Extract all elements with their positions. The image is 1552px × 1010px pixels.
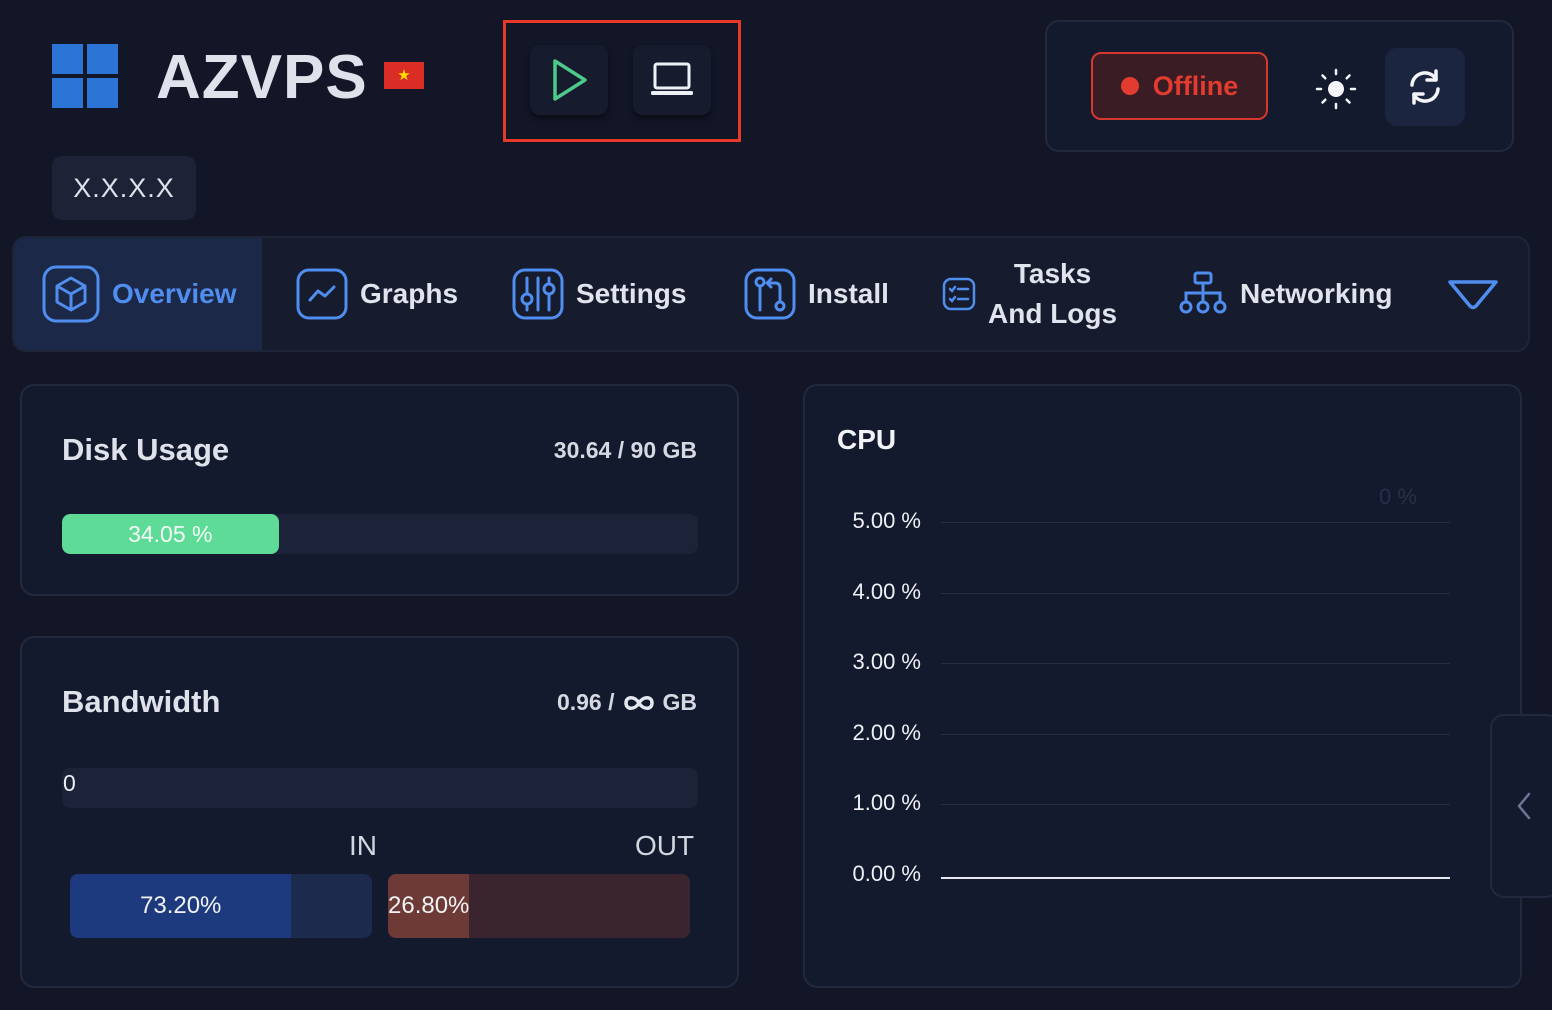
bandwidth-used: 0.96 / — [556, 689, 615, 715]
app-title: AZVPS — [156, 43, 368, 112]
tab-overview[interactable]: Overview — [14, 238, 262, 350]
cpu-y-tick-label: 2.00 % — [852, 719, 922, 745]
tab-label: Graphs — [360, 278, 459, 309]
sliders-icon — [512, 268, 564, 320]
disk-usage-fill: 34.05 % — [62, 514, 279, 554]
bandwidth-in-label: IN — [349, 830, 377, 861]
disk-usage-card: Disk Usage 30.64 / 90 GB 34.05 % — [20, 384, 739, 596]
checklist-icon — [942, 277, 976, 311]
status-dot-icon — [1120, 77, 1139, 95]
cpu-grid-line — [941, 733, 1450, 735]
side-panel-toggle[interactable] — [1490, 714, 1552, 898]
console-button[interactable] — [633, 45, 711, 115]
cpu-card: CPU 0 % 5.00 % 4.00 % 3.00 % 2.00 % 1.00 % 0.… — [803, 384, 1522, 988]
cpu-chart: 5.00 % 4.00 % 3.00 % 2.00 % 1.00 % 0.00 % — [805, 386, 1520, 986]
disk-usage-amount: 30.64 / 90 GB — [553, 437, 697, 463]
status-panel: Offline — [1045, 20, 1514, 152]
tab-install[interactable]: Install — [744, 238, 889, 350]
trend-icon — [296, 268, 348, 320]
refresh-button[interactable] — [1385, 48, 1465, 126]
tab-settings[interactable]: Settings — [512, 238, 686, 350]
chevron-down-icon — [1446, 274, 1500, 314]
cpu-y-tick-label: 5.00 % — [852, 508, 922, 533]
cpu-y-tick-label: 0.00 % — [852, 861, 922, 886]
cpu-grid-line — [941, 663, 1450, 665]
status-badge[interactable]: Offline — [1091, 52, 1268, 120]
chevron-left-icon — [1517, 792, 1531, 820]
cpu-series-line — [941, 877, 1450, 879]
git-compare-icon — [744, 268, 796, 320]
status-label: Offline — [1152, 70, 1239, 101]
tab-label: Install — [808, 278, 889, 309]
laptop-icon — [651, 62, 693, 95]
cpu-y-tick-label: 3.00 % — [852, 649, 922, 675]
cpu-grid-line — [941, 804, 1450, 806]
tab-label: Tasks And Logs — [988, 254, 1117, 334]
tab-label: Overview — [112, 278, 237, 309]
network-icon — [1178, 269, 1228, 319]
bandwidth-unit: GB — [662, 689, 698, 715]
bandwidth-bar — [62, 768, 698, 808]
tab-label: Networking — [1240, 278, 1393, 309]
tab-graphs[interactable]: Graphs — [296, 238, 458, 350]
ip-address-chip[interactable]: X.X.X.X — [52, 156, 196, 220]
tab-label-line-1: Tasks — [1013, 258, 1092, 289]
disk-usage-title: Disk Usage — [62, 432, 230, 467]
tab-label-line-2: And Logs — [988, 298, 1118, 329]
vietnam-flag-icon: ★ — [384, 62, 424, 89]
bandwidth-title: Bandwidth — [62, 684, 221, 719]
start-button[interactable] — [530, 45, 608, 115]
cpu-grid-line — [941, 592, 1450, 594]
tab-tasks-and-logs[interactable]: Tasks And Logs — [942, 238, 1117, 350]
windows-logo-icon — [52, 44, 118, 108]
cube-icon — [42, 265, 100, 323]
bandwidth-out-label: OUT — [635, 830, 695, 861]
disk-usage-bar: 34.05 % — [62, 514, 698, 554]
bandwidth-in-percent: 73.20% — [140, 892, 222, 919]
bandwidth-out-percent: 26.80% — [388, 892, 470, 919]
bandwidth-bar-value: 0 — [63, 770, 76, 796]
tab-more-dropdown[interactable] — [1446, 238, 1500, 350]
tab-label: Settings — [576, 278, 687, 309]
refresh-icon — [1410, 69, 1440, 105]
bandwidth-amount: 0.96 / GB — [557, 689, 697, 716]
tab-bar: Overview Graphs Settings Install Tasks A… — [12, 236, 1530, 352]
infinity-icon — [623, 695, 654, 710]
cpu-grid-line — [941, 522, 1450, 523]
tab-networking[interactable]: Networking — [1178, 238, 1392, 350]
bandwidth-card: Bandwidth 0.96 / GB 0 IN OUT 73.20% 26.8… — [20, 636, 739, 988]
sun-icon — [1315, 68, 1357, 110]
play-icon — [553, 59, 587, 101]
cpu-y-tick-label: 4.00 % — [852, 578, 922, 604]
cpu-y-tick-label: 1.00 % — [852, 790, 922, 816]
action-buttons-group — [503, 20, 741, 142]
theme-toggle-button[interactable] — [1309, 62, 1363, 116]
